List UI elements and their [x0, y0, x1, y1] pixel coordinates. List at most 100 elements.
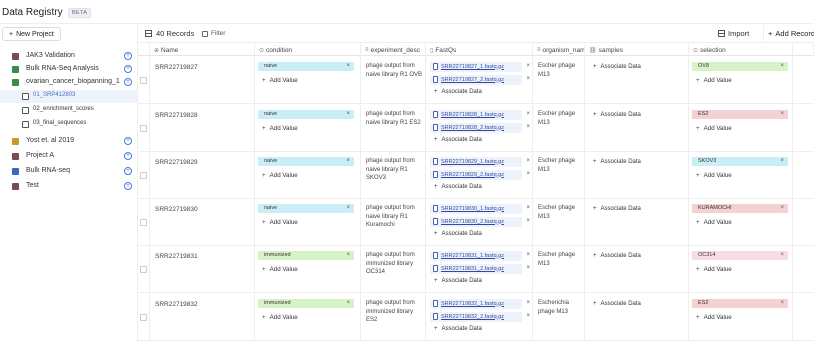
add-record-button[interactable]: + Add Record — [763, 25, 814, 41]
fastq-file-chip[interactable]: SRR22719829_1.fastq.gz × — [430, 157, 530, 167]
associate-data-button[interactable]: + Associate Data — [434, 89, 482, 95]
experiment-desc-cell[interactable]: phage output from immunized library ES2 — [361, 294, 426, 340]
add-value-button[interactable]: + Add Value — [262, 172, 298, 179]
column-header[interactable]: ≡ organism_name — [533, 43, 585, 57]
add-value-button[interactable]: + Add Value — [262, 266, 298, 273]
add-value-button[interactable]: + Add Value — [696, 172, 732, 179]
sidebar-project[interactable]: Yost et. al 2019 + — [0, 135, 137, 148]
fastq-file-link[interactable]: SRR22719831_2.fastq.gz — [441, 266, 504, 272]
condition-cell[interactable]: immunized × + Add Value — [255, 294, 361, 340]
add-icon[interactable]: + — [124, 167, 132, 175]
fastq-file-chip[interactable]: SRR22719831_1.fastq.gz × — [430, 251, 530, 261]
fastq-file-chip[interactable]: SRR22719832_2.fastq.gz × — [430, 312, 530, 322]
column-header[interactable]: ⊙ selection — [689, 43, 793, 57]
remove-icon[interactable]: × — [526, 76, 530, 82]
column-header[interactable]: ⊙ condition — [255, 43, 361, 57]
add-value-button[interactable]: + Add Value — [696, 125, 732, 132]
fastq-file-chip[interactable]: SRR22719828_2.fastq.gz × — [430, 123, 530, 133]
column-header[interactable]: ▯ FastQs — [426, 43, 533, 57]
condition-cell[interactable]: naive × + Add Value — [255, 105, 361, 151]
add-value-button[interactable]: + Add Value — [696, 266, 732, 273]
fastq-file-link[interactable]: SRR22719828_1.fastq.gz — [441, 112, 504, 118]
associate-data-button[interactable]: + Associate Data — [434, 278, 482, 284]
samples-cell[interactable]: + Associate Data — [585, 246, 689, 292]
fastq-file-link[interactable]: SRR22719832_1.fastq.gz — [441, 301, 504, 307]
fastq-file-chip[interactable]: SRR22719831_2.fastq.gz × — [430, 264, 530, 274]
import-button[interactable]: Import — [718, 29, 749, 38]
header-select-all[interactable] — [138, 43, 150, 57]
fastq-file-link[interactable]: SRR22719827_1.fastq.gz — [441, 64, 504, 70]
remove-icon[interactable]: × — [526, 218, 530, 224]
remove-icon[interactable]: × — [346, 204, 350, 213]
name-cell[interactable]: SRR22719831 — [150, 246, 255, 292]
fastqs-cell[interactable]: SRR22719829_1.fastq.gz × SRR22719829_2.fas… — [426, 152, 533, 198]
name-cell[interactable]: SRR22719832 — [150, 294, 255, 340]
fastq-file-link[interactable]: SRR22719830_2.fastq.gz — [441, 219, 504, 225]
name-cell[interactable]: SRR22719830 — [150, 199, 255, 245]
remove-icon[interactable]: × — [780, 251, 784, 260]
fastq-file-chip[interactable]: SRR22719830_2.fastq.gz × — [430, 217, 530, 227]
fastq-file-link[interactable]: SRR22719832_2.fastq.gz — [441, 314, 504, 320]
fastq-file-link[interactable]: SRR22719827_2.fastq.gz — [441, 77, 504, 83]
name-cell[interactable]: SRR22719828 — [150, 105, 255, 151]
row-checkbox[interactable] — [140, 77, 147, 84]
sidebar-subfolder[interactable]: 01_SRP412803 — [0, 90, 137, 103]
sidebar-project[interactable]: Test + — [0, 180, 137, 193]
associate-samples-button[interactable]: + Associate Data — [593, 253, 641, 259]
fastq-file-link[interactable]: SRR22719829_2.fastq.gz — [441, 172, 504, 178]
column-header[interactable]: ≡ experiment_desc — [361, 43, 426, 57]
remove-icon[interactable]: × — [780, 157, 784, 166]
fastq-file-chip[interactable]: SRR22719830_1.fastq.gz × — [430, 204, 530, 214]
remove-icon[interactable]: × — [526, 171, 530, 177]
remove-icon[interactable]: × — [526, 265, 530, 271]
experiment-desc-cell[interactable]: phage output from naive library R1 ES2 — [361, 105, 426, 151]
experiment-desc-cell[interactable]: phage output from naive library R1 OVB — [361, 57, 426, 103]
sidebar-project[interactable]: ovarian_cancer_biopanning_1 + — [0, 76, 137, 89]
records-count[interactable]: 40 Records — [145, 29, 194, 38]
fastq-file-chip[interactable]: SRR22719827_2.fastq.gz × — [430, 75, 530, 85]
row-checkbox[interactable] — [140, 219, 147, 226]
filter-button[interactable]: Filter — [202, 30, 225, 37]
samples-cell[interactable]: + Associate Data — [585, 152, 689, 198]
associate-samples-button[interactable]: + Associate Data — [593, 112, 641, 118]
new-project-button[interactable]: + New Project — [2, 27, 61, 41]
selection-cell[interactable]: ES2 × + Add Value — [689, 105, 793, 151]
remove-icon[interactable]: × — [346, 251, 350, 260]
fastq-file-link[interactable]: SRR22719828_2.fastq.gz — [441, 125, 504, 131]
column-header[interactable]: ⊕ Name — [150, 43, 255, 57]
add-value-button[interactable]: + Add Value — [262, 219, 298, 226]
associate-samples-button[interactable]: + Associate Data — [593, 159, 641, 165]
fastq-file-chip[interactable]: SRR22719827_1.fastq.gz × — [430, 62, 530, 72]
remove-icon[interactable]: × — [526, 124, 530, 130]
sidebar-subfolder[interactable]: 02_enrichment_scores — [0, 104, 137, 117]
add-icon[interactable]: + — [124, 78, 132, 86]
associate-data-button[interactable]: + Associate Data — [434, 231, 482, 237]
remove-icon[interactable]: × — [526, 63, 530, 69]
remove-icon[interactable]: × — [526, 313, 530, 319]
row-checkbox[interactable] — [140, 172, 147, 179]
samples-cell[interactable]: + Associate Data — [585, 105, 689, 151]
name-cell[interactable]: SRR22719827 — [150, 57, 255, 103]
organism-cell[interactable]: Escherichia phage M13 — [533, 294, 585, 340]
associate-data-button[interactable]: + Associate Data — [434, 137, 482, 143]
remove-icon[interactable]: × — [526, 300, 530, 306]
sidebar-project[interactable]: Project A + — [0, 150, 137, 163]
organism-cell[interactable]: Escher phage M13 — [533, 246, 585, 292]
remove-icon[interactable]: × — [526, 205, 530, 211]
associate-samples-button[interactable]: + Associate Data — [593, 301, 641, 307]
name-cell[interactable]: SRR22719829 — [150, 152, 255, 198]
selection-cell[interactable]: OC314 × + Add Value — [689, 246, 793, 292]
associate-data-button[interactable]: + Associate Data — [434, 184, 482, 190]
row-checkbox[interactable] — [140, 266, 147, 273]
fastq-file-chip[interactable]: SRR22719828_1.fastq.gz × — [430, 110, 530, 120]
fastq-file-link[interactable]: SRR22719831_1.fastq.gz — [441, 253, 504, 259]
sidebar-project[interactable]: Bulk RNA-Seq Analysis + — [0, 63, 137, 76]
selection-cell[interactable]: ES2 × + Add Value — [689, 294, 793, 340]
fastq-file-link[interactable]: SRR22719829_1.fastq.gz — [441, 159, 504, 165]
add-icon[interactable]: + — [124, 52, 132, 60]
selection-cell[interactable]: OV8 × + Add Value — [689, 57, 793, 103]
add-value-button[interactable]: + Add Value — [696, 219, 732, 226]
organism-cell[interactable]: Escher phage M13 — [533, 152, 585, 198]
fastqs-cell[interactable]: SRR22719830_1.fastq.gz × SRR22719830_2.fas… — [426, 199, 533, 245]
remove-icon[interactable]: × — [780, 110, 784, 119]
